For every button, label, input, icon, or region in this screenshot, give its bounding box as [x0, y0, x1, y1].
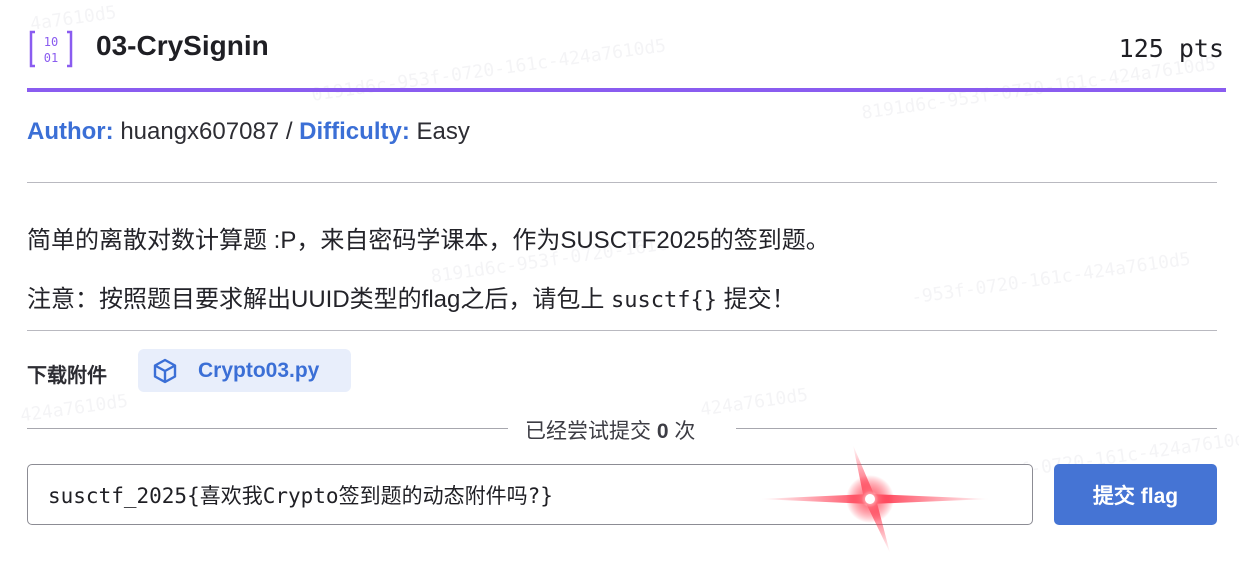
difficulty-label: Difficulty: [299, 118, 410, 145]
description-line-2: 注意：按照题目要求解出UUID类型的flag之后，请包上 susctf{} 提交… [27, 279, 796, 314]
meta-separator: / [285, 118, 293, 145]
attempts-divider-right [736, 428, 1217, 429]
description-line-1: 简单的离散对数计算题 :P，来自密码学课本，作为SUSCTF2025的签到题。 [27, 227, 830, 254]
description-line-2-suffix: 提交！ [717, 286, 796, 313]
challenge-points: 125 pts [1118, 34, 1224, 63]
challenge-title: 03-CrySignin [96, 30, 269, 61]
divider [27, 182, 1217, 183]
attempts-prefix: 已经尝试提交 [525, 420, 651, 443]
challenge-meta: Author: huangx607087 / Difficulty: Easy [27, 118, 470, 146]
watermark-text: 424a7610d5 [699, 384, 810, 421]
difficulty-value: Easy [416, 118, 470, 145]
svg-text:10: 10 [44, 35, 58, 49]
attempts-count: 0 [656, 420, 669, 443]
author-name: huangx607087 [120, 118, 280, 145]
description-line-2-prefix: 注意：按照题目要求解出UUID类型的flag之后，请包上 [27, 286, 612, 313]
watermark-text: -953f-0720-161c-424a7610d5 [909, 248, 1192, 309]
flag-format-code: susctf{} [611, 288, 717, 313]
cube-icon [153, 358, 177, 383]
divider [27, 330, 1217, 331]
attempts-suffix: 次 [674, 420, 696, 443]
attachments-label: 下载附件 [27, 365, 107, 387]
attachment-file-name: Crypto03.py [198, 358, 320, 382]
attachment-download-link[interactable]: Crypto03.py [138, 349, 351, 392]
author-label: Author: [27, 118, 114, 145]
challenge-header: 10 01 03-CrySignin 125 pts [27, 0, 1226, 92]
attempts-counter: 已经尝试提交 0 次 [525, 415, 695, 445]
binary-icon: 10 01 [29, 30, 73, 68]
submit-flag-button[interactable]: 提交 flag [1054, 464, 1217, 525]
attempts-divider-left [27, 428, 508, 429]
flag-input[interactable] [27, 464, 1033, 525]
watermark-text: 424a7610d5 [19, 390, 130, 427]
svg-text:01: 01 [44, 51, 58, 65]
